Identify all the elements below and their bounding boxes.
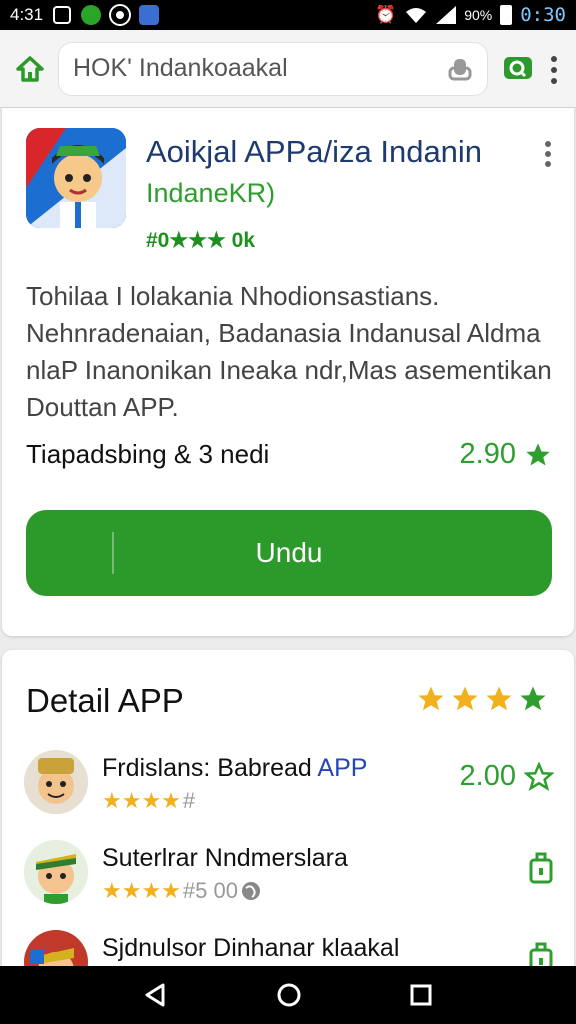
star-icon xyxy=(486,686,512,711)
list-item-stars: ★★★★ #5 00 xyxy=(102,878,262,904)
list-item-stars-label: #5 00 xyxy=(182,878,238,903)
star-outline-icon[interactable] xyxy=(524,761,554,792)
list-item-title: Suterlrar Nndmerslara xyxy=(102,844,348,872)
url-input[interactable]: HOK' Indankoaakal xyxy=(58,41,488,96)
signal-icon xyxy=(436,6,457,24)
stars-glyph: ★★★★ xyxy=(102,788,181,813)
battery-percent: 90% xyxy=(464,7,493,23)
list-item-title: Sjdnulsor Dinhanar klaakal xyxy=(102,934,400,962)
app-description: Tohilaa I lolakania Nhodionsastians. Neh… xyxy=(26,281,552,422)
app-developer[interactable]: IndaneKR) xyxy=(146,178,275,209)
status-time: 0:30 xyxy=(520,4,566,26)
battery-icon xyxy=(500,5,513,25)
record-icon xyxy=(111,6,130,24)
list-item[interactable]: Suterlrar Nndmerslara ★★★★ #5 00 xyxy=(24,840,554,920)
detail-card: Detail APP Frdislans: Babread APP ★★★★ #… xyxy=(2,650,574,980)
download-label: Undu xyxy=(255,537,323,568)
wifi-icon xyxy=(406,8,427,23)
status-time-left: 4:31 xyxy=(10,5,44,24)
globe-icon xyxy=(241,882,260,900)
button-divider xyxy=(112,532,114,574)
app-card: Aoikjal APPa/iza Indanin IndaneKR) #0★★★… xyxy=(2,108,574,636)
image-icon xyxy=(139,5,160,25)
list-item-stars-label: # xyxy=(182,788,196,813)
avatar xyxy=(24,840,88,904)
list-item-name: Frdislans: Babread xyxy=(102,754,318,782)
list-item-value: 2.00 xyxy=(459,760,516,792)
browser-toolbar: HOK' Indankoaakal xyxy=(0,30,576,108)
mic-icon[interactable] xyxy=(447,56,473,82)
lock-icon[interactable] xyxy=(528,850,554,884)
star-icon xyxy=(418,686,444,711)
browser-menu-icon[interactable] xyxy=(548,53,560,84)
list-item-title: Frdislans: Babread APP xyxy=(102,754,367,783)
status-bar: 4:31 ⏰ 90% 0:30 xyxy=(0,0,576,30)
chat-icon[interactable] xyxy=(502,53,534,85)
app-rating-value: 2.90 xyxy=(459,438,516,470)
stars-glyph: ★★★★ xyxy=(102,878,181,903)
list-item-name-highlight: APP xyxy=(317,754,368,782)
app-meta-text: Tiapadsbing & 3 nedi xyxy=(26,439,270,469)
app-badge: #0★★★ 0k xyxy=(146,229,256,252)
back-icon[interactable] xyxy=(143,982,169,1008)
avatar xyxy=(24,750,88,814)
list-item-right xyxy=(528,850,554,884)
recents-icon[interactable] xyxy=(409,983,433,1007)
navigation-bar xyxy=(0,966,576,1024)
star-icon xyxy=(520,686,546,711)
url-text: HOK' Indankoaakal xyxy=(73,54,288,82)
star-icon xyxy=(526,442,550,465)
download-button[interactable]: Undu xyxy=(26,510,552,596)
app-meta: Tiapadsbing & 3 nedi 2.90 xyxy=(26,438,552,471)
app-title: Aoikjal APPa/iza Indanin xyxy=(146,134,483,169)
detail-stars xyxy=(416,684,548,714)
notification-icon xyxy=(53,6,72,24)
alarm-icon: ⏰ xyxy=(375,5,397,24)
app-icon[interactable] xyxy=(26,128,126,228)
more-options-icon[interactable] xyxy=(538,138,558,170)
list-item-stars: ★★★★ # xyxy=(102,788,195,814)
home-nav-icon[interactable] xyxy=(276,982,302,1008)
detail-title: Detail APP xyxy=(26,682,184,719)
list-item[interactable]: Frdislans: Babread APP ★★★★ # 2.00 xyxy=(24,750,554,830)
app-rating: 2.90 xyxy=(460,438,552,471)
star-icon xyxy=(452,686,478,711)
home-icon[interactable] xyxy=(16,55,44,83)
list-item-right: 2.00 xyxy=(460,760,554,793)
download-icon xyxy=(81,5,102,25)
